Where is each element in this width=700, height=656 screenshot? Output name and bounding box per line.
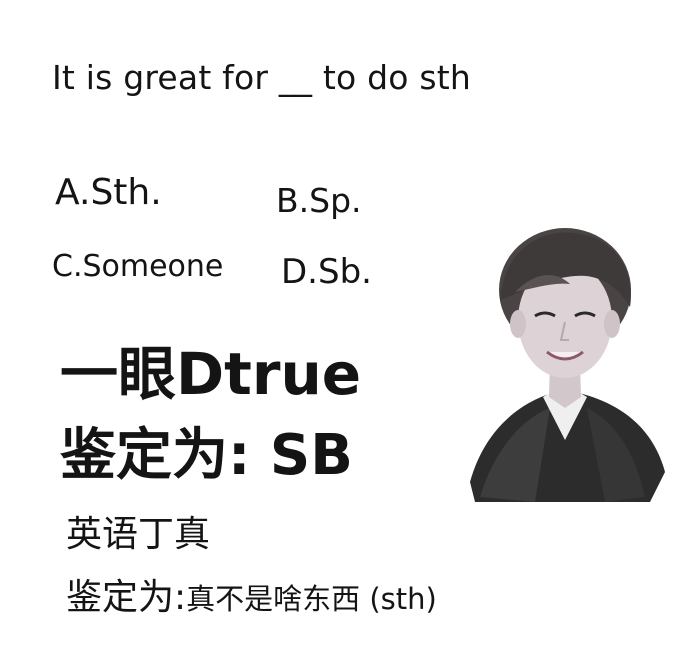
verdict-line-2: 鉴定为: SB	[60, 423, 353, 488]
meme-image: It is great for __ to do sth A.Sth. B.Sp…	[0, 0, 700, 656]
verdict-line-4-suffix: 真不是啥东西 (sth)	[186, 582, 437, 616]
option-a: A.Sth.	[55, 172, 162, 213]
verdict-line-4: 鉴定为:真不是啥东西 (sth)	[66, 580, 437, 616]
verdict-line-1: 一眼Dtrue	[60, 340, 362, 408]
question-text: It is great for __ to do sth	[52, 58, 472, 97]
verdict-line-4-prefix: 鉴定为:	[66, 577, 187, 618]
option-d: D.Sb.	[281, 252, 372, 292]
option-b: B.Sp.	[276, 181, 362, 220]
option-c: C.Someone	[52, 249, 224, 284]
person-portrait-icon	[470, 228, 665, 502]
verdict-line-3: 英语丁真	[66, 514, 211, 555]
